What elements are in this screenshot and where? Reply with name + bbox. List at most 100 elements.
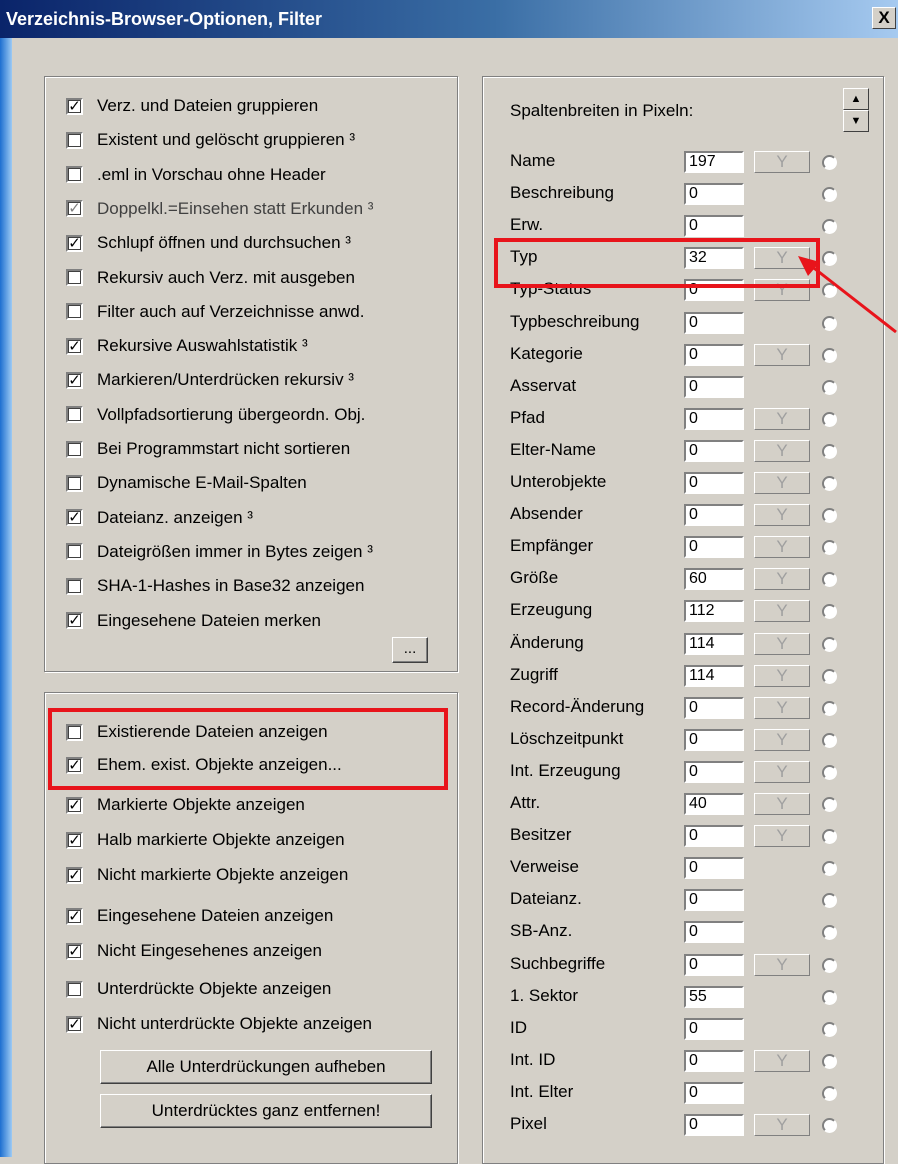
column-width-input[interactable]: 0 <box>684 536 744 559</box>
filter-button[interactable]: Y <box>754 439 810 462</box>
checkbox-unchecked[interactable] <box>66 166 83 184</box>
sort-radio[interactable] <box>822 508 837 524</box>
column-width-input[interactable]: 0 <box>684 1114 744 1136</box>
column-width-input[interactable]: 0 <box>684 728 744 751</box>
sort-radio[interactable] <box>822 155 837 170</box>
checkbox-row[interactable]: ✓ Dateianz. anzeigen ³ <box>66 504 253 532</box>
sort-radio[interactable] <box>822 764 837 780</box>
checkbox-row[interactable]: ✓ Verz. und Dateien gruppieren <box>66 92 318 120</box>
checkbox-checked[interactable]: ✓ <box>66 509 83 527</box>
filter-button[interactable]: Y <box>754 568 810 591</box>
checkbox-checked[interactable]: ✓ <box>66 337 83 355</box>
sort-radio[interactable] <box>822 540 837 556</box>
filter-button[interactable]: Y <box>754 536 810 559</box>
column-width-input[interactable]: 55 <box>684 985 744 1008</box>
filter-button[interactable]: Y <box>754 407 810 430</box>
checkbox-row[interactable]: Bei Programmstart nicht sortieren <box>66 435 350 463</box>
checkbox-row[interactable]: ✓ Doppelkl.=Einsehen statt Erkunden ³ <box>66 195 373 223</box>
checkbox-row[interactable]: Filter auch auf Verzeichnisse anwd. <box>66 298 364 326</box>
column-width-input[interactable]: 0 <box>684 857 744 880</box>
checkbox-checked[interactable]: ✓ <box>66 234 83 252</box>
checkbox-row[interactable]: Unterdrückte Objekte anzeigen <box>66 975 331 1003</box>
checkbox-checked[interactable]: ✓ <box>66 612 83 629</box>
filter-button[interactable]: Y <box>754 953 810 976</box>
sort-radio[interactable] <box>822 893 837 909</box>
column-width-input[interactable]: 0 <box>684 311 744 334</box>
sort-radio[interactable] <box>822 1053 837 1069</box>
checkbox-row[interactable]: ✓ Nicht markierte Objekte anzeigen <box>66 861 348 889</box>
checkbox-checked[interactable]: ✓ <box>66 796 83 814</box>
checkbox-checked[interactable]: ✓ <box>66 831 83 849</box>
sort-radio[interactable] <box>822 668 837 684</box>
sort-radio[interactable] <box>822 700 837 716</box>
checkbox-checked[interactable]: ✓ <box>66 942 83 960</box>
checkbox-row[interactable]: .eml in Vorschau ohne Header <box>66 161 326 189</box>
column-width-input[interactable]: 114 <box>684 632 744 655</box>
checkbox-unchecked[interactable] <box>66 577 83 595</box>
column-width-input[interactable]: 0 <box>684 343 744 366</box>
sort-radio[interactable] <box>822 411 837 427</box>
sort-radio[interactable] <box>822 219 837 235</box>
column-width-input[interactable]: 0 <box>684 953 744 976</box>
column-width-input[interactable]: 0 <box>684 1017 744 1040</box>
column-width-input[interactable]: 0 <box>684 921 744 944</box>
checkbox-row[interactable]: ✓ Eingesehene Dateien merken <box>66 607 321 635</box>
checkbox-row[interactable]: ✓ Markierte Objekte anzeigen <box>66 791 305 819</box>
column-width-input[interactable]: 112 <box>684 600 744 623</box>
sort-radio[interactable] <box>822 989 837 1005</box>
filter-button[interactable]: Y <box>754 664 810 687</box>
column-width-input[interactable]: 0 <box>684 215 744 238</box>
checkbox-unchecked[interactable] <box>66 543 83 561</box>
spin-up-button[interactable]: ▲ <box>843 88 869 110</box>
close-button[interactable]: X <box>872 7 896 29</box>
sort-radio[interactable] <box>822 1118 837 1133</box>
checkbox-row[interactable]: ✓ Markieren/Unterdrücken rekursiv ³ <box>66 366 354 394</box>
checkbox-checked[interactable]: ✓ <box>66 866 83 884</box>
filter-button[interactable]: Y <box>754 600 810 623</box>
checkbox-checked[interactable]: ✓ <box>66 1015 83 1033</box>
checkbox-unchecked[interactable] <box>66 131 83 149</box>
checkbox-row[interactable]: Existent und gelöscht gruppieren ³ <box>66 126 355 154</box>
column-width-input[interactable]: 0 <box>684 760 744 783</box>
ellipsis-button[interactable]: ... <box>392 637 428 663</box>
sort-radio[interactable] <box>822 861 837 877</box>
filter-button[interactable]: Y <box>754 504 810 527</box>
column-width-input[interactable]: 0 <box>684 375 744 398</box>
checkbox-row[interactable]: ✓ Eingesehene Dateien anzeigen <box>66 902 333 930</box>
sort-radio[interactable] <box>822 1085 837 1101</box>
clear-suppressions-button[interactable]: Alle Unterdrückungen aufheben <box>100 1050 432 1084</box>
checkbox-row[interactable]: Rekursiv auch Verz. mit ausgeben <box>66 264 355 292</box>
column-width-input[interactable]: 0 <box>684 889 744 912</box>
checkbox-unchecked[interactable] <box>66 303 83 321</box>
filter-button[interactable]: Y <box>754 793 810 815</box>
sort-radio[interactable] <box>822 1021 837 1037</box>
sort-radio[interactable] <box>822 476 837 491</box>
column-width-input[interactable]: 0 <box>684 696 744 719</box>
sort-radio[interactable] <box>822 925 837 941</box>
filter-button[interactable]: Y <box>754 825 810 848</box>
column-width-input[interactable]: 0 <box>684 183 744 206</box>
sort-radio[interactable] <box>822 443 837 459</box>
column-width-input[interactable]: 0 <box>684 1081 744 1104</box>
checkbox-row[interactable]: Dynamische E-Mail-Spalten <box>66 469 307 497</box>
column-width-input[interactable]: 40 <box>684 793 744 815</box>
filter-button[interactable]: Y <box>754 632 810 655</box>
filter-button[interactable]: Y <box>754 1114 810 1136</box>
column-width-input[interactable]: 0 <box>684 825 744 848</box>
column-width-input[interactable]: 0 <box>684 407 744 430</box>
sort-radio[interactable] <box>822 829 837 845</box>
sort-radio[interactable] <box>822 797 837 812</box>
column-width-input[interactable]: 0 <box>684 472 744 494</box>
checkbox-checked[interactable]: ✓ <box>66 371 83 389</box>
checkbox-row[interactable]: Vollpfadsortierung übergeordn. Obj. <box>66 401 365 429</box>
filter-button[interactable]: Y <box>754 760 810 783</box>
sort-radio[interactable] <box>822 187 837 203</box>
checkbox-row[interactable]: ✓ Halb markierte Objekte anzeigen <box>66 826 345 854</box>
checkbox-row[interactable]: ✓ Nicht Eingesehenes anzeigen <box>66 937 322 965</box>
column-width-input[interactable]: 0 <box>684 1049 744 1072</box>
column-width-input[interactable]: 197 <box>684 151 744 173</box>
sort-radio[interactable] <box>822 604 837 620</box>
sort-radio[interactable] <box>822 636 837 652</box>
sort-radio[interactable] <box>822 379 837 395</box>
column-width-input[interactable]: 114 <box>684 664 744 687</box>
